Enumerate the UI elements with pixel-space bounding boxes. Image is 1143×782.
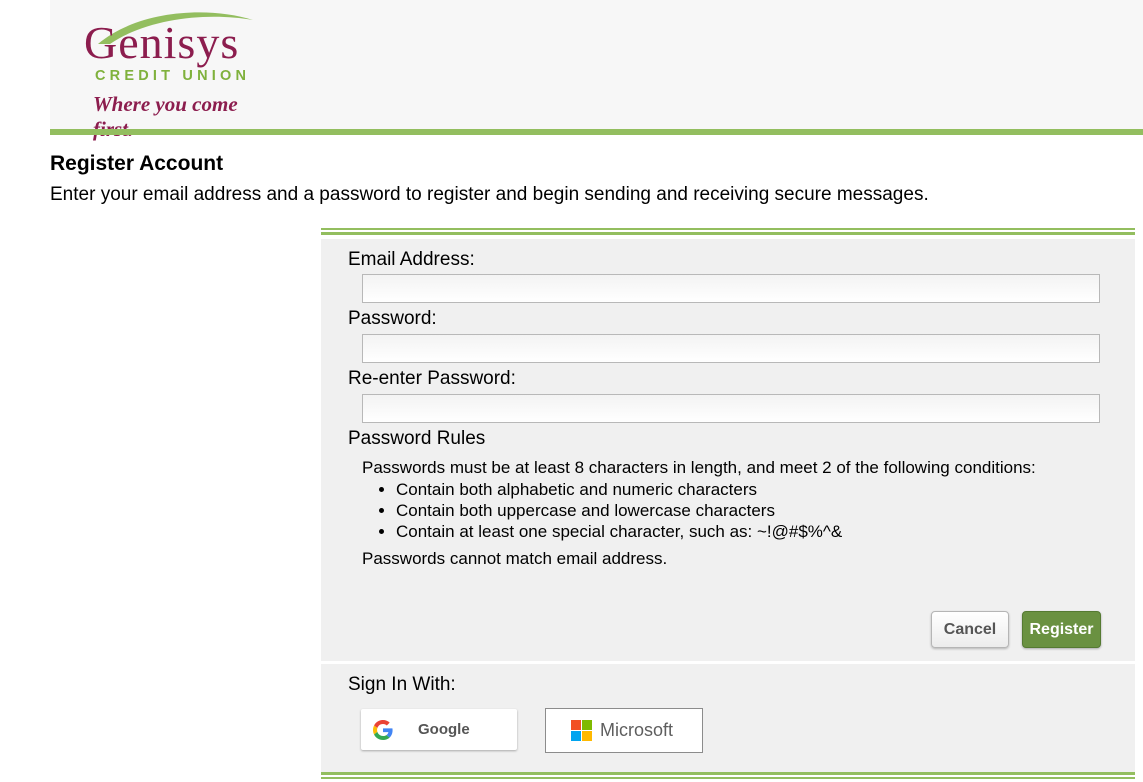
header-divider: [50, 129, 1143, 135]
reenter-password-label: Re-enter Password:: [348, 368, 516, 389]
logo-subtitle: CREDIT UNION: [95, 68, 251, 84]
password-rules-intro: Passwords must be at least 8 characters …: [362, 458, 1036, 477]
google-icon: [373, 720, 393, 740]
form-top-divider: [321, 228, 1135, 235]
password-rules-heading: Password Rules: [348, 428, 486, 449]
register-button[interactable]: Register: [1022, 611, 1101, 648]
microsoft-sign-in-button[interactable]: Microsoft: [545, 708, 703, 753]
password-field[interactable]: [362, 334, 1100, 363]
email-field[interactable]: [362, 274, 1100, 303]
logo-name: Genisys: [84, 17, 240, 68]
rule-item: Contain both alphabetic and numeric char…: [396, 479, 842, 500]
microsoft-icon: [571, 720, 592, 741]
sign-in-label: Sign In With:: [348, 674, 456, 695]
cancel-button[interactable]: Cancel: [931, 611, 1009, 648]
genisys-logo: Genisys CREDIT UNION Where you come firs…: [58, 6, 278, 141]
password-label: Password:: [348, 308, 437, 329]
microsoft-label: Microsoft: [600, 720, 674, 740]
google-sign-in-button[interactable]: Google: [361, 709, 517, 750]
page-description: Enter your email address and a password …: [50, 184, 929, 205]
google-label: Google: [418, 721, 470, 738]
reenter-password-field[interactable]: [362, 394, 1100, 423]
form-bottom-divider: [321, 772, 1135, 779]
page-title: Register Account: [50, 152, 224, 175]
password-rules-list: Contain both alphabetic and numeric char…: [362, 479, 842, 542]
rule-item: Contain at least one special character, …: [396, 521, 842, 542]
password-rules-note: Passwords cannot match email address.: [362, 549, 668, 568]
email-label: Email Address:: [348, 249, 475, 270]
rule-item: Contain both uppercase and lowercase cha…: [396, 500, 842, 521]
